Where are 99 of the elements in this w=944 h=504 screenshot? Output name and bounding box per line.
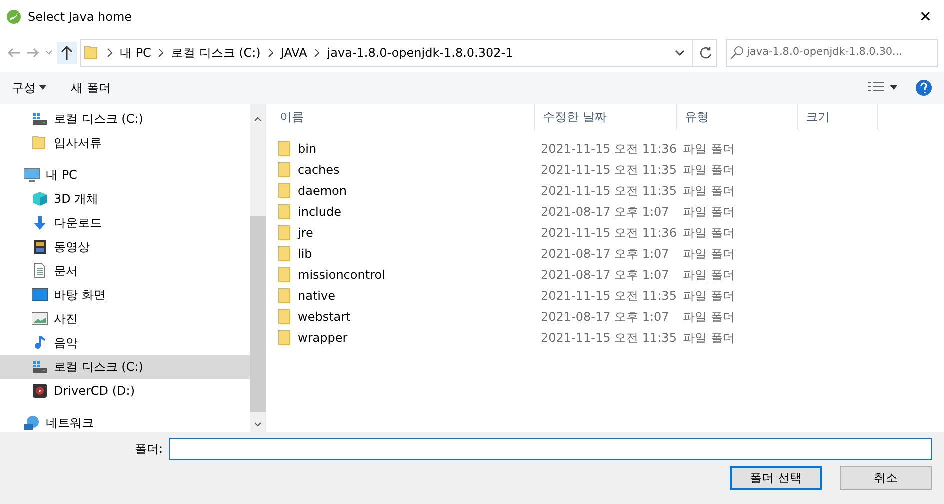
sidebar-item[interactable]: 사진 (0, 307, 250, 331)
drive-icon (32, 359, 48, 375)
file-type: 파일 폴더 (683, 268, 735, 282)
folder-icon (278, 182, 292, 198)
column-header[interactable]: 수정한 날짜 (535, 104, 677, 130)
scroll-down-icon (254, 422, 262, 428)
caret-icon (39, 85, 47, 91)
drive-icon (32, 111, 48, 127)
folder-icon (278, 224, 292, 240)
modified-date: 2021-11-15 오전 11:35 (541, 162, 677, 176)
column-header[interactable]: 크기 (798, 104, 878, 130)
sidebar-item[interactable]: 바탕 화면 (0, 283, 250, 307)
cancel-button[interactable]: 취소 (840, 466, 932, 490)
select-folder-button[interactable]: 폴더 선택 (730, 466, 822, 490)
modified-date: 2021-11-15 오전 11:35 (541, 288, 677, 302)
scrollbar[interactable] (250, 104, 266, 432)
sidebar-item[interactable]: DriverCD (D:) (0, 379, 250, 403)
folder-icon (278, 246, 292, 262)
modified-date: 2021-11-15 오전 11:35 (541, 184, 677, 198)
sidebar-item[interactable]: 동영상 (0, 235, 250, 259)
sidebar-item[interactable]: 로컬 디스크 (C:) (0, 107, 250, 131)
desktop-icon (32, 287, 48, 303)
file-name[interactable]: include (298, 202, 342, 220)
folder-icon (32, 135, 48, 151)
file-name[interactable]: webstart (298, 308, 351, 326)
folder-icon (84, 45, 100, 61)
folder-input[interactable] (169, 438, 932, 460)
folder-icon (278, 308, 292, 324)
help-icon (916, 80, 932, 96)
file-name[interactable]: native (298, 286, 336, 304)
film-icon (32, 239, 48, 255)
sidebar-item[interactable]: 내 PC (0, 163, 250, 187)
chevron-icon (106, 48, 114, 58)
network-globe-icon (24, 415, 40, 431)
chevron-icon (313, 48, 322, 58)
sidebar-item[interactable]: 입사서류 (0, 131, 250, 155)
sidebar-item[interactable]: 음악 (0, 331, 250, 355)
breadcrumb-item[interactable]: 로컬 디스크 (C:) (171, 44, 261, 62)
modified-date: 2021-11-15 오전 11:35 (541, 330, 677, 344)
music-note-icon (32, 335, 48, 351)
folder-icon (278, 140, 292, 156)
chevron-icon (157, 48, 166, 58)
modified-date: 2021-11-15 오전 11:36 (541, 226, 677, 240)
file-name[interactable]: caches (298, 160, 340, 178)
sidebar-item[interactable]: 네트워크 (0, 411, 250, 435)
list-view-icon (868, 82, 884, 94)
new-folder-button[interactable]: 새 폴더 (71, 79, 111, 97)
file-type: 파일 폴더 (683, 204, 735, 218)
scroll-up-icon (254, 116, 262, 122)
file-type: 파일 폴더 (683, 246, 735, 260)
file-name[interactable]: jre (298, 224, 314, 242)
chevron-icon (266, 48, 275, 58)
document-icon (32, 263, 48, 279)
breadcrumb-item[interactable]: java-1.8.0-openjdk-1.8.0.302-1 (327, 44, 514, 62)
file-name[interactable]: lib (298, 244, 312, 262)
breadcrumb-item[interactable]: JAVA (280, 44, 308, 62)
modified-date: 2021-08-17 오후 1:07 (541, 246, 670, 260)
sidebar-item[interactable]: 다운로드 (0, 211, 250, 235)
file-type: 파일 폴더 (683, 142, 735, 156)
file-type: 파일 폴더 (683, 226, 735, 240)
folder-label: 폴더: (134, 441, 163, 458)
modified-date: 2021-08-17 오후 1:07 (541, 204, 670, 218)
modified-date: 2021-08-17 오후 1:07 (541, 310, 670, 324)
column-header[interactable]: 유형 (677, 104, 798, 130)
file-type: 파일 폴더 (683, 184, 735, 198)
search-icon (730, 46, 744, 60)
file-type: 파일 폴더 (683, 330, 735, 344)
file-type: 파일 폴더 (683, 310, 735, 324)
monitor-icon (24, 167, 40, 183)
folder-icon (278, 162, 292, 178)
sidebar-item[interactable]: 로컬 디스크 (C:) (0, 355, 250, 379)
folder-icon (278, 330, 292, 346)
file-name[interactable]: missioncontrol (298, 266, 386, 284)
sidebar-item[interactable]: 3D 개체 (0, 187, 250, 211)
sidebar-item[interactable]: 문서 (0, 259, 250, 283)
view-options-button[interactable] (868, 82, 898, 94)
close-button[interactable]: ✕ (913, 6, 938, 28)
column-header[interactable]: 이름 (272, 104, 535, 130)
disc-drive-icon (32, 383, 48, 399)
file-name[interactable]: daemon (298, 182, 347, 200)
file-type: 파일 폴더 (683, 288, 735, 302)
search-field[interactable]: java-1.8.0-openjdk-1.8.0.30... (726, 39, 938, 67)
picture-icon (32, 311, 48, 327)
modified-date: 2021-11-15 오전 11:36 (541, 142, 677, 156)
breadcrumb-item[interactable]: 내 PC (120, 44, 152, 62)
app-logo-icon (6, 9, 22, 25)
cube-icon (32, 191, 48, 207)
refresh-icon (699, 46, 713, 60)
folder-icon (278, 266, 292, 282)
window-title: Select Java home (28, 9, 134, 26)
file-name[interactable]: bin (298, 140, 317, 158)
folder-icon (278, 204, 292, 220)
modified-date: 2021-08-17 오후 1:07 (541, 268, 670, 282)
folder-icon (278, 288, 292, 304)
file-name[interactable]: wrapper (298, 328, 348, 346)
caret-icon (890, 85, 898, 91)
organize-menu[interactable]: 구성 (12, 79, 47, 97)
file-type: 파일 폴더 (683, 162, 735, 176)
down-arrow-icon (32, 215, 48, 231)
